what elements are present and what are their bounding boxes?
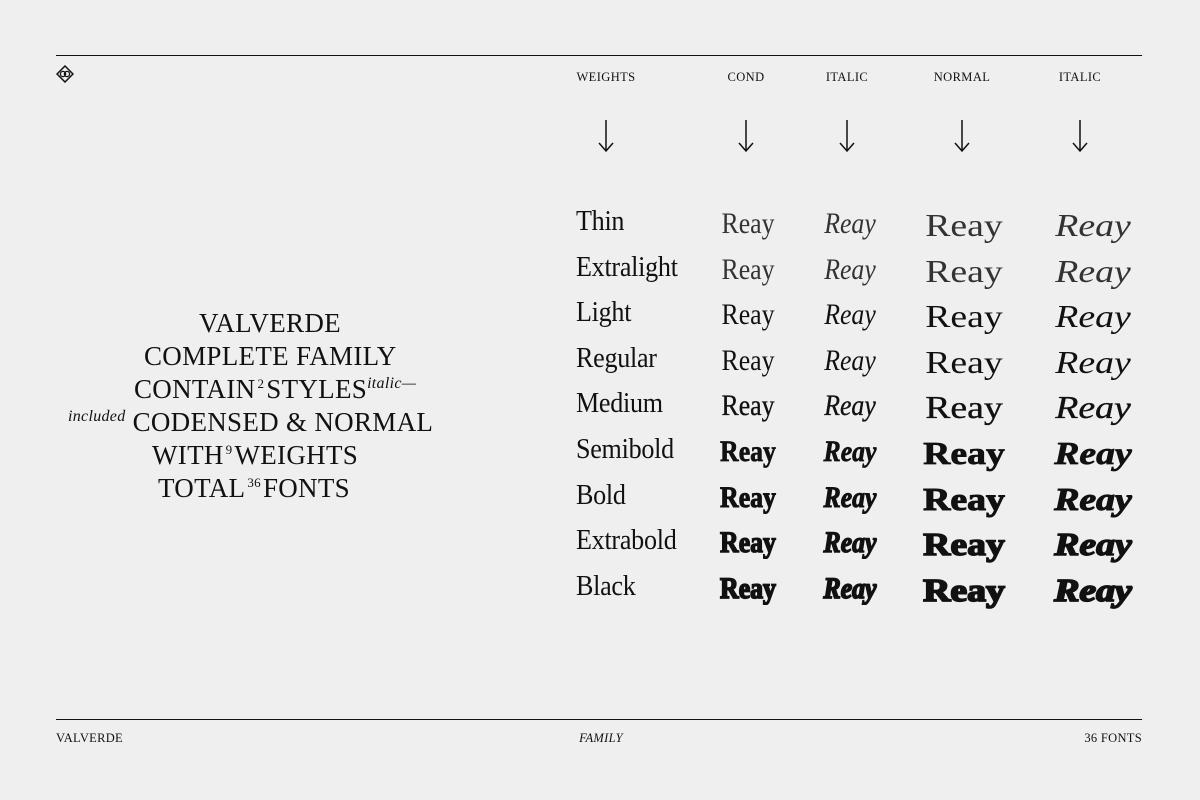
sample-normal: Reay — [925, 252, 1003, 289]
weight-label: Thin — [576, 205, 625, 237]
sample-normal: Reay — [925, 343, 1003, 380]
sample-cond-italic: Reay — [824, 298, 876, 332]
weight-label: Regular — [576, 341, 657, 374]
sample-normal: Reay — [922, 526, 1005, 563]
weight-label: Semibold — [576, 433, 674, 465]
sample-normal-italic: Reay — [1055, 389, 1131, 426]
bottom-rule — [56, 719, 1142, 720]
sample-normal-italic: Reay — [1055, 343, 1131, 380]
intro-line-5: WITH 9WEIGHTS — [152, 440, 359, 470]
sample-normal-italic: Reay — [1055, 298, 1131, 335]
sample-cond: Reay — [721, 298, 775, 332]
sample-cond-italic: Reay — [823, 571, 878, 605]
sample-normal: Reay — [925, 298, 1003, 335]
sample-cond: Reay — [720, 480, 777, 514]
arrow-down-icon — [738, 120, 754, 153]
sample-cond: Reay — [721, 207, 775, 240]
sample-normal-italic: Reay — [1053, 571, 1133, 608]
sample-cond-italic: Reay — [823, 526, 877, 560]
footer-center: FAMILY — [579, 731, 623, 745]
column-header-4: ITALIC — [1058, 70, 1102, 84]
intro-line-1: VALVERDE — [199, 308, 341, 338]
sample-normal: Reay — [925, 389, 1003, 426]
weight-label: Light — [576, 296, 632, 329]
weight-label: Black — [576, 569, 636, 602]
sample-cond: Reay — [721, 343, 775, 377]
sample-cond-italic: Reay — [824, 207, 876, 240]
sample-normal: Reay — [922, 571, 1006, 608]
arrow-down-icon — [1072, 120, 1088, 153]
sample-cond: Reay — [719, 571, 776, 605]
weight-label: Extralight — [576, 250, 678, 283]
sample-cond-italic: Reay — [824, 389, 876, 423]
footer-right: 36 FONTS — [1084, 731, 1142, 745]
arrow-down-icon — [598, 120, 614, 153]
sample-normal: Reay — [923, 435, 1006, 471]
sample-cond-italic: Reay — [824, 252, 876, 286]
sample-cond-italic: Reay — [824, 343, 876, 377]
sample-normal-italic: Reay — [1054, 435, 1132, 471]
weight-label: Extrabold — [576, 524, 677, 557]
sample-normal: Reay — [925, 207, 1003, 243]
top-rule — [56, 55, 1142, 56]
weight-label: Bold — [576, 478, 626, 511]
sample-normal-italic: Reay — [1055, 207, 1131, 243]
intro-line-4: included CODENSED & NORMAL — [68, 407, 434, 437]
sample-cond: Reay — [720, 435, 776, 468]
arrow-down-icon — [954, 120, 970, 153]
sample-normal-italic: Reay — [1054, 480, 1133, 517]
column-header-3: NORMAL — [933, 70, 991, 84]
sample-cond: Reay — [721, 252, 775, 286]
intro-line-2: COMPLETE FAMILY — [144, 341, 397, 371]
column-header-0: WEIGHTS — [576, 70, 636, 84]
column-header-2: ITALIC — [825, 70, 869, 84]
sample-normal-italic: Reay — [1055, 252, 1131, 289]
sample-normal-italic: Reay — [1053, 526, 1132, 563]
column-header-1: COND — [727, 70, 765, 84]
footer-left: VALVERDE — [56, 731, 123, 745]
sample-cond: Reay — [719, 526, 776, 560]
intro-line-3: CONTAIN 2STYLESitalic— — [134, 374, 417, 404]
sample-cond-italic: Reay — [823, 480, 877, 514]
sample-normal: Reay — [922, 480, 1005, 517]
sample-cond-italic: Reay — [823, 435, 877, 468]
intro-line-6: TOTAL 36FONTS — [158, 473, 350, 503]
sample-cond: Reay — [721, 389, 775, 423]
weight-label: Medium — [576, 387, 663, 420]
arrow-down-icon — [839, 120, 855, 153]
logo-icon — [56, 65, 74, 83]
